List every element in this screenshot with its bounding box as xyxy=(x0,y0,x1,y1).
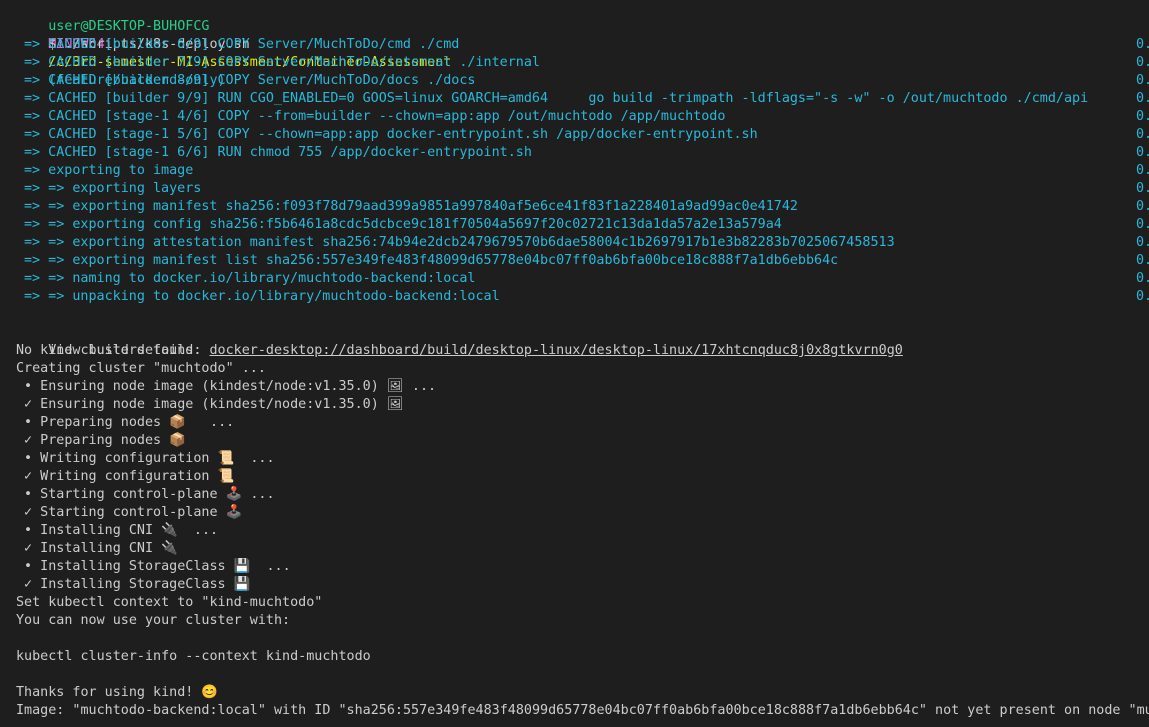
build-line-duration: 0. xyxy=(1136,91,1149,106)
kind-line: No kind clusters found. xyxy=(16,343,202,358)
build-line-text: => CACHED [builder 9/9] RUN CGO_ENABLED=… xyxy=(24,91,1089,106)
build-line-text: => exporting to image xyxy=(24,163,194,178)
build-line-duration: 0. xyxy=(1136,181,1149,196)
build-line: => => exporting config sha256:f5b6461a8c… xyxy=(0,216,1149,234)
build-line-text: => => exporting attestation manifest sha… xyxy=(24,235,895,250)
build-line: => CACHED [builder 9/9] RUN CGO_ENABLED=… xyxy=(0,90,1149,108)
build-line: => CACHED [builder 8/9] COPY Server/Much… xyxy=(0,72,1149,90)
build-line-text: => CACHED [builder 7/9] COPY Server/Much… xyxy=(24,55,540,70)
build-line-duration: 0. xyxy=(1136,73,1149,88)
build-line-text: => => exporting config sha256:f5b6461a8c… xyxy=(24,217,782,232)
build-output: => CACHED [builder 6/9] COPY Server/Much… xyxy=(0,36,1149,306)
build-line: => => exporting layers 0. xyxy=(0,180,1149,198)
build-line: => => exporting manifest sha256:f093f78d… xyxy=(0,198,1149,216)
kind-line: • Writing configuration 📜 ... xyxy=(16,451,275,466)
build-line: => => naming to docker.io/library/muchto… xyxy=(0,270,1149,288)
build-line: => CACHED [stage-1 5/6] COPY --chown=app… xyxy=(0,126,1149,144)
kind-line: Image: "muchtodo-backend:local" with ID … xyxy=(16,703,1149,718)
build-line-duration: 0. xyxy=(1136,217,1149,232)
build-line-duration: 0. xyxy=(1136,37,1149,52)
kind-line: • Installing StorageClass 💾 ... xyxy=(16,559,291,574)
build-line-duration: 0. xyxy=(1136,109,1149,124)
build-line: => CACHED [builder 7/9] COPY Server/Much… xyxy=(0,54,1149,72)
kind-line: ✓ Preparing nodes 📦 xyxy=(16,433,186,448)
command-line: $ ./scripts/k8s-deploy.sh xyxy=(0,18,1149,52)
build-details-line: View build details: docker-desktop://das… xyxy=(0,324,1149,358)
kind-line: ✓ Installing StorageClass 💾 xyxy=(16,577,251,592)
terminal-window[interactable]: user@DESKTOP-BUHOFCG MINGW64 /c/3rd-seme… xyxy=(0,0,1149,727)
build-line-duration: 0. xyxy=(1136,253,1149,268)
kind-line: kubectl cluster-info --context kind-much… xyxy=(16,649,371,664)
kind-line: Thanks for using kind! 😊 xyxy=(16,685,219,700)
kind-line: Creating cluster "muchtodo" ... xyxy=(16,361,266,376)
build-line-text: => CACHED [stage-1 5/6] COPY --chown=app… xyxy=(24,127,758,142)
build-line: => CACHED [stage-1 6/6] RUN chmod 755 /a… xyxy=(0,144,1149,162)
kind-line: • Installing CNI 🔌 ... xyxy=(16,523,219,538)
kind-line xyxy=(0,666,1149,684)
kind-line xyxy=(0,630,1149,648)
build-line: => => exporting attestation manifest sha… xyxy=(0,234,1149,252)
kind-line: ✓ Ensuring node image (kindest/node:v1.3… xyxy=(16,397,404,412)
kind-line: ✓ Starting control-plane 🕹️ xyxy=(16,505,243,520)
build-line-duration: 0. xyxy=(1136,199,1149,214)
build-line: => => exporting manifest list sha256:557… xyxy=(0,252,1149,270)
build-line: => CACHED [stage-1 4/6] COPY --from=buil… xyxy=(0,108,1149,126)
build-line-text: => CACHED [stage-1 4/6] COPY --from=buil… xyxy=(24,109,726,124)
kind-line: • Preparing nodes 📦 ... xyxy=(16,415,235,430)
build-line: => CACHED [builder 6/9] COPY Server/Much… xyxy=(0,36,1149,54)
build-line-duration: 0. xyxy=(1136,271,1149,286)
build-line-text: => CACHED [builder 8/9] COPY Server/Much… xyxy=(24,73,476,88)
kind-output: No kind clusters found. Creating cluster … xyxy=(0,342,1149,720)
build-line-duration: 0. xyxy=(1136,127,1149,142)
build-line-duration: 0. xyxy=(1136,163,1149,178)
kind-line: ✓ Installing CNI 🔌 xyxy=(16,541,178,556)
kind-line: • Starting control-plane 🕹️ ... xyxy=(16,487,275,502)
kind-line: • Ensuring node image (kindest/node:v1.3… xyxy=(16,379,437,394)
build-line: => => unpacking to docker.io/library/muc… xyxy=(0,288,1149,306)
build-line-duration: 0. xyxy=(1136,55,1149,70)
build-line-text: => => unpacking to docker.io/library/muc… xyxy=(24,289,500,304)
kind-line: You can now use your cluster with: xyxy=(16,613,291,628)
build-line-text: => => exporting manifest list sha256:557… xyxy=(24,253,839,268)
build-line-text: => => exporting manifest sha256:f093f78d… xyxy=(24,199,798,214)
build-line-text: => CACHED [builder 6/9] COPY Server/Much… xyxy=(24,37,460,52)
build-line-duration: 0. xyxy=(1136,145,1149,160)
build-line-duration: 0. xyxy=(1136,289,1149,304)
kind-line: Set kubectl context to "kind-muchtodo" xyxy=(16,595,323,610)
build-line-text: => CACHED [stage-1 6/6] RUN chmod 755 /a… xyxy=(24,145,532,160)
kind-line: ✓ Writing configuration 📜 xyxy=(16,469,235,484)
build-line-text: => => exporting layers xyxy=(24,181,202,196)
build-line-text: => => naming to docker.io/library/muchto… xyxy=(24,271,476,286)
prompt-line: user@DESKTOP-BUHOFCG MINGW64 /c/3rd-seme… xyxy=(0,0,1149,88)
build-line-duration: 0. xyxy=(1136,235,1149,250)
build-line: => exporting to image 0. xyxy=(0,162,1149,180)
